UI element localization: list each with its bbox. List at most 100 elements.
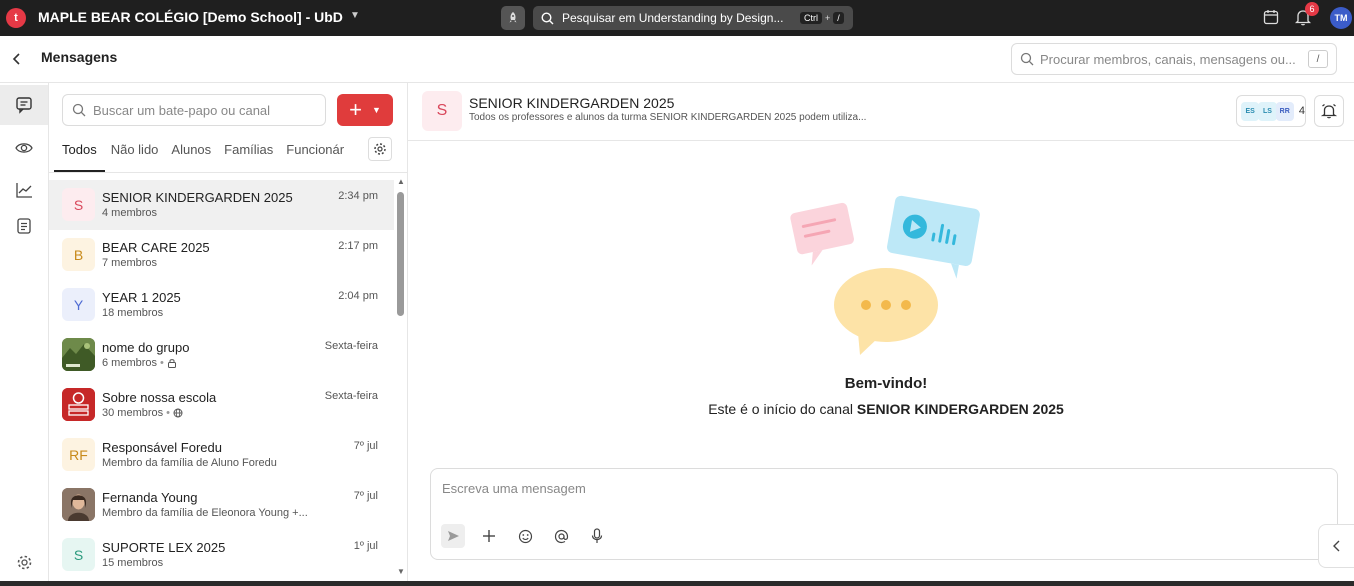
microphone-icon[interactable] [585, 524, 609, 548]
eye-icon[interactable] [0, 128, 48, 168]
school-logo-avatar [62, 388, 95, 421]
shortcut-ctrl: Ctrl [800, 12, 822, 24]
app-logo-icon[interactable]: t [6, 8, 26, 28]
tab-familias[interactable]: Famílias [224, 138, 273, 172]
chat-time: 2:17 pm [338, 240, 378, 252]
messages-search-input[interactable]: Procurar membros, canais, mensagens ou..… [1011, 43, 1337, 75]
top-bar: t MAPLE BEAR COLÉGIO [Demo School] - UbD… [0, 0, 1354, 36]
welcome-channel-name: SENIOR KINDERGARDEN 2025 [856, 401, 1064, 417]
tab-funcionarios[interactable]: Funcionár [286, 138, 344, 172]
welcome-subtitle: Este é o início do canal SENIOR KINDERGA… [708, 401, 1064, 417]
user-avatar[interactable]: TM [1330, 7, 1352, 29]
chevron-down-icon[interactable]: ▼ [350, 10, 360, 21]
list-item[interactable]: S SUPORTE LEX 2025 15 membros 1º jul [49, 530, 394, 580]
tabs-divider [49, 172, 408, 173]
channel-members-button[interactable]: ES LS RR 4 [1236, 95, 1306, 127]
composer-toolbar [441, 524, 609, 548]
messages-search-placeholder: Procurar membros, canais, mensagens ou..… [1040, 51, 1296, 67]
chat-search-placeholder: Buscar um bate-papo ou canal [93, 102, 271, 118]
chat-name: Sobre nossa escola [102, 390, 217, 405]
notification-badge: 6 [1305, 2, 1319, 16]
notes-icon[interactable] [0, 206, 48, 246]
emoji-icon[interactable] [513, 524, 537, 548]
chat-name: nome do grupo [102, 340, 190, 355]
back-arrow-icon[interactable] [10, 52, 24, 71]
channel-avatar: S [422, 91, 462, 131]
chat-members: 15 membros [102, 557, 164, 569]
mention-icon[interactable] [549, 524, 573, 548]
user-photo-avatar [62, 488, 95, 521]
chat-search-input[interactable]: Buscar um bate-papo ou canal [62, 94, 326, 126]
page-header: Mensagens Procurar membros, canais, mens… [0, 36, 1354, 83]
chevron-left-icon [1332, 540, 1339, 552]
alarm-bell-icon[interactable] [1314, 95, 1344, 127]
member-count: 4 [1298, 105, 1306, 117]
chat-members: 6 membros • [102, 357, 327, 369]
list-item[interactable]: nome do grupo 6 membros • Sexta-feira [49, 330, 394, 380]
chat-members: Membro da família de Aluno Foredu [102, 457, 277, 469]
chat-name: SUPORTE LEX 2025 [102, 540, 226, 555]
new-chat-button[interactable]: + ▼ [337, 94, 393, 126]
shortcut-slash: / [833, 12, 844, 24]
chat-list-panel: Buscar um bate-papo ou canal + ▼ Todos N… [49, 83, 408, 586]
plus-icon[interactable] [477, 524, 501, 548]
channel-description: Todos os professores e alunos da turma S… [469, 112, 867, 123]
global-search-bar[interactable]: Pesquisar em Understanding by Design... … [533, 6, 853, 30]
list-item[interactable]: B BEAR CARE 2025 7 membros 2:17 pm [49, 230, 394, 280]
chat-list-scrollbar[interactable]: ▲ ▼ [394, 175, 408, 581]
search-icon [72, 103, 86, 117]
list-item[interactable]: S SENIOR KINDERGARDEN 2025 4 membros 2:3… [49, 180, 394, 230]
group-photo-avatar [62, 338, 95, 371]
chat-name: YEAR 1 2025 [102, 290, 181, 305]
chevron-down-icon: ▼ [371, 105, 381, 115]
lock-icon [167, 359, 176, 368]
search-shortcut: / [1308, 50, 1328, 68]
tab-nao-lido[interactable]: Não lido [111, 138, 159, 172]
message-composer[interactable]: Escreva uma mensagem [430, 468, 1338, 560]
list-item[interactable]: RF Responsável Foredu Membro da família … [49, 430, 394, 480]
calendar-icon[interactable] [1263, 9, 1279, 30]
shortcut-plus: + [825, 13, 831, 23]
chat-avatar: B [62, 238, 95, 271]
list-item[interactable]: Sobre nossa escola 30 membros • Sexta-fei… [49, 380, 394, 430]
school-switcher-label[interactable]: MAPLE BEAR COLÉGIO [Demo School] - UbD [38, 9, 343, 25]
chat-avatar: S [62, 188, 95, 221]
member-avatar: ES [1241, 101, 1260, 121]
plus-icon: + [349, 97, 362, 122]
scroll-down-icon[interactable]: ▼ [397, 567, 405, 576]
chat-bubbles-illustration [790, 195, 980, 355]
scrollbar-thumb[interactable] [397, 192, 404, 316]
tab-todos[interactable]: Todos [54, 138, 105, 172]
member-avatar: LS [1258, 101, 1277, 121]
send-icon[interactable] [441, 524, 465, 548]
chat-time: 2:34 pm [338, 190, 378, 202]
chat-name: SENIOR KINDERGARDEN 2025 [102, 190, 293, 205]
rocket-icon[interactable] [501, 6, 525, 30]
list-item[interactable]: Y YEAR 1 2025 18 membros 2:04 pm [49, 280, 394, 330]
channel-name[interactable]: SENIOR KINDERGARDEN 2025 [469, 95, 674, 111]
bottom-strip [0, 581, 1354, 586]
scroll-up-icon[interactable]: ▲ [397, 177, 405, 186]
chat-members: 4 membros [102, 207, 158, 219]
search-icon [1020, 52, 1034, 66]
page-title: Mensagens [41, 49, 118, 65]
chat-name: Fernanda Young [102, 490, 198, 505]
settings-icon[interactable] [0, 542, 48, 582]
chat-avatar: Y [62, 288, 95, 321]
globe-icon [173, 408, 183, 418]
analytics-icon[interactable] [0, 170, 48, 210]
chat-time: Sexta-feira [324, 390, 378, 402]
chat-list: S SENIOR KINDERGARDEN 2025 4 membros 2:3… [49, 180, 394, 586]
collapse-panel-button[interactable] [1318, 524, 1354, 568]
list-item[interactable]: Fernanda Young Membro da família de Eleo… [49, 480, 394, 530]
chat-time: 7º jul [353, 490, 378, 502]
chat-name: BEAR CARE 2025 [102, 240, 210, 255]
chat-time: 1º jul [353, 540, 378, 552]
global-search-text: Pesquisar em Understanding by Design... [562, 11, 784, 25]
gear-icon[interactable] [368, 137, 392, 161]
channel-panel: S SENIOR KINDERGARDEN 2025 Todos os prof… [408, 83, 1354, 586]
chat-members: 7 membros [102, 257, 158, 269]
message-input[interactable]: Escreva uma mensagem [442, 481, 586, 496]
chat-icon[interactable] [0, 85, 48, 125]
tab-alunos[interactable]: Alunos [171, 138, 211, 172]
